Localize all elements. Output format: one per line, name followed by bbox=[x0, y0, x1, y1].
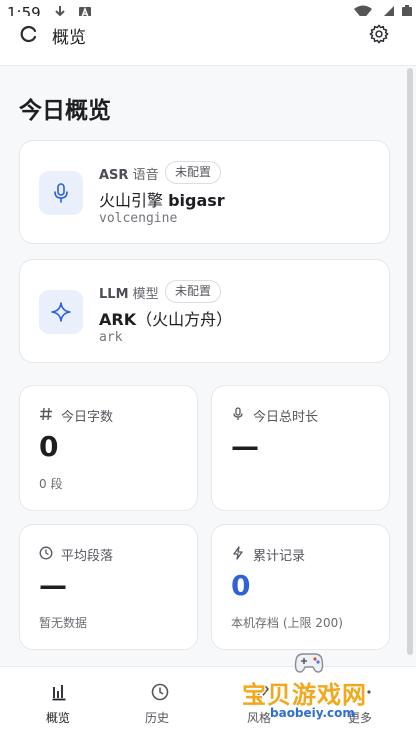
app-bar: 概览 bbox=[0, 16, 416, 66]
llm-engine-name: ARK（火山方舟） bbox=[99, 310, 233, 329]
gamepad-icon bbox=[294, 653, 324, 673]
page-title: 今日概览 bbox=[19, 98, 111, 124]
stat-value-duration-today: — bbox=[231, 430, 259, 463]
settings-gear-icon[interactable] bbox=[368, 23, 390, 45]
overview-scroll-area[interactable]: 今日概览 ASR 语音 未配置 火山引擎 bigasr volcengine L… bbox=[0, 66, 416, 666]
watermark-domain: baobeiy.com bbox=[270, 706, 355, 720]
nav-item-overview[interactable]: 概览 bbox=[6, 667, 110, 739]
stat-sub-avg-paragraph: 暂无数据 bbox=[39, 616, 88, 630]
stat-label-chars-today: 今日字数 bbox=[61, 410, 114, 425]
nav-label-history: 历史 bbox=[144, 711, 169, 725]
stat-card-avg-paragraph: 平均段落 — 暂无数据 bbox=[19, 524, 198, 650]
asr-engine-id: volcengine bbox=[99, 211, 178, 226]
llm-engine-id: ark bbox=[99, 330, 123, 345]
asr-kind-label: ASR 语音 bbox=[99, 168, 159, 183]
stat-value-total-records: 0 bbox=[231, 569, 251, 602]
watermark: 宝贝游戏网 baobeiy.com bbox=[228, 648, 388, 728]
stat-label-duration-today: 今日总时长 bbox=[253, 410, 319, 425]
llm-status-badge: 未配置 bbox=[165, 280, 222, 303]
loading-spinner-icon bbox=[20, 25, 37, 43]
llm-engine-card[interactable]: LLM 模型 未配置 ARK（火山方舟） ark bbox=[19, 259, 390, 363]
clock-icon bbox=[151, 683, 169, 701]
nav-item-history[interactable]: 历史 bbox=[105, 667, 209, 739]
llm-icon-box bbox=[39, 290, 83, 334]
asr-icon-box bbox=[39, 171, 83, 215]
app-bar-title: 概览 bbox=[52, 28, 86, 48]
bar-chart-icon bbox=[52, 685, 66, 701]
stat-sub-total-records: 本机存档 (上限 200) bbox=[231, 616, 343, 630]
stat-sub-chars-today: 0 段 bbox=[39, 477, 63, 491]
scrollbar[interactable] bbox=[407, 68, 413, 655]
stat-value-chars-today: 0 bbox=[39, 430, 59, 463]
stat-label-total-records: 累计记录 bbox=[253, 549, 306, 564]
watermark-text: 宝贝游戏网 bbox=[242, 681, 367, 709]
asr-engine-name: 火山引擎 bigasr bbox=[99, 191, 225, 210]
microphone-icon bbox=[233, 407, 243, 420]
stat-card-chars-today: 今日字数 0 0 段 bbox=[19, 385, 198, 511]
sparkle-icon bbox=[51, 302, 71, 322]
stat-card-total-records: 累计记录 0 本机存档 (上限 200) bbox=[211, 524, 390, 650]
bolt-icon bbox=[233, 546, 243, 560]
stat-card-duration-today: 今日总时长 — bbox=[211, 385, 390, 511]
stat-label-avg-paragraph: 平均段落 bbox=[61, 549, 114, 564]
nav-label-overview: 概览 bbox=[45, 711, 70, 725]
hash-icon bbox=[40, 407, 52, 421]
microphone-icon bbox=[54, 183, 68, 203]
asr-status-badge: 未配置 bbox=[165, 161, 222, 184]
stat-value-avg-paragraph: — bbox=[39, 569, 67, 602]
clock-icon bbox=[39, 546, 53, 560]
llm-kind-label: LLM 模型 bbox=[99, 287, 159, 302]
asr-engine-card[interactable]: ASR 语音 未配置 火山引擎 bigasr volcengine bbox=[19, 140, 390, 244]
